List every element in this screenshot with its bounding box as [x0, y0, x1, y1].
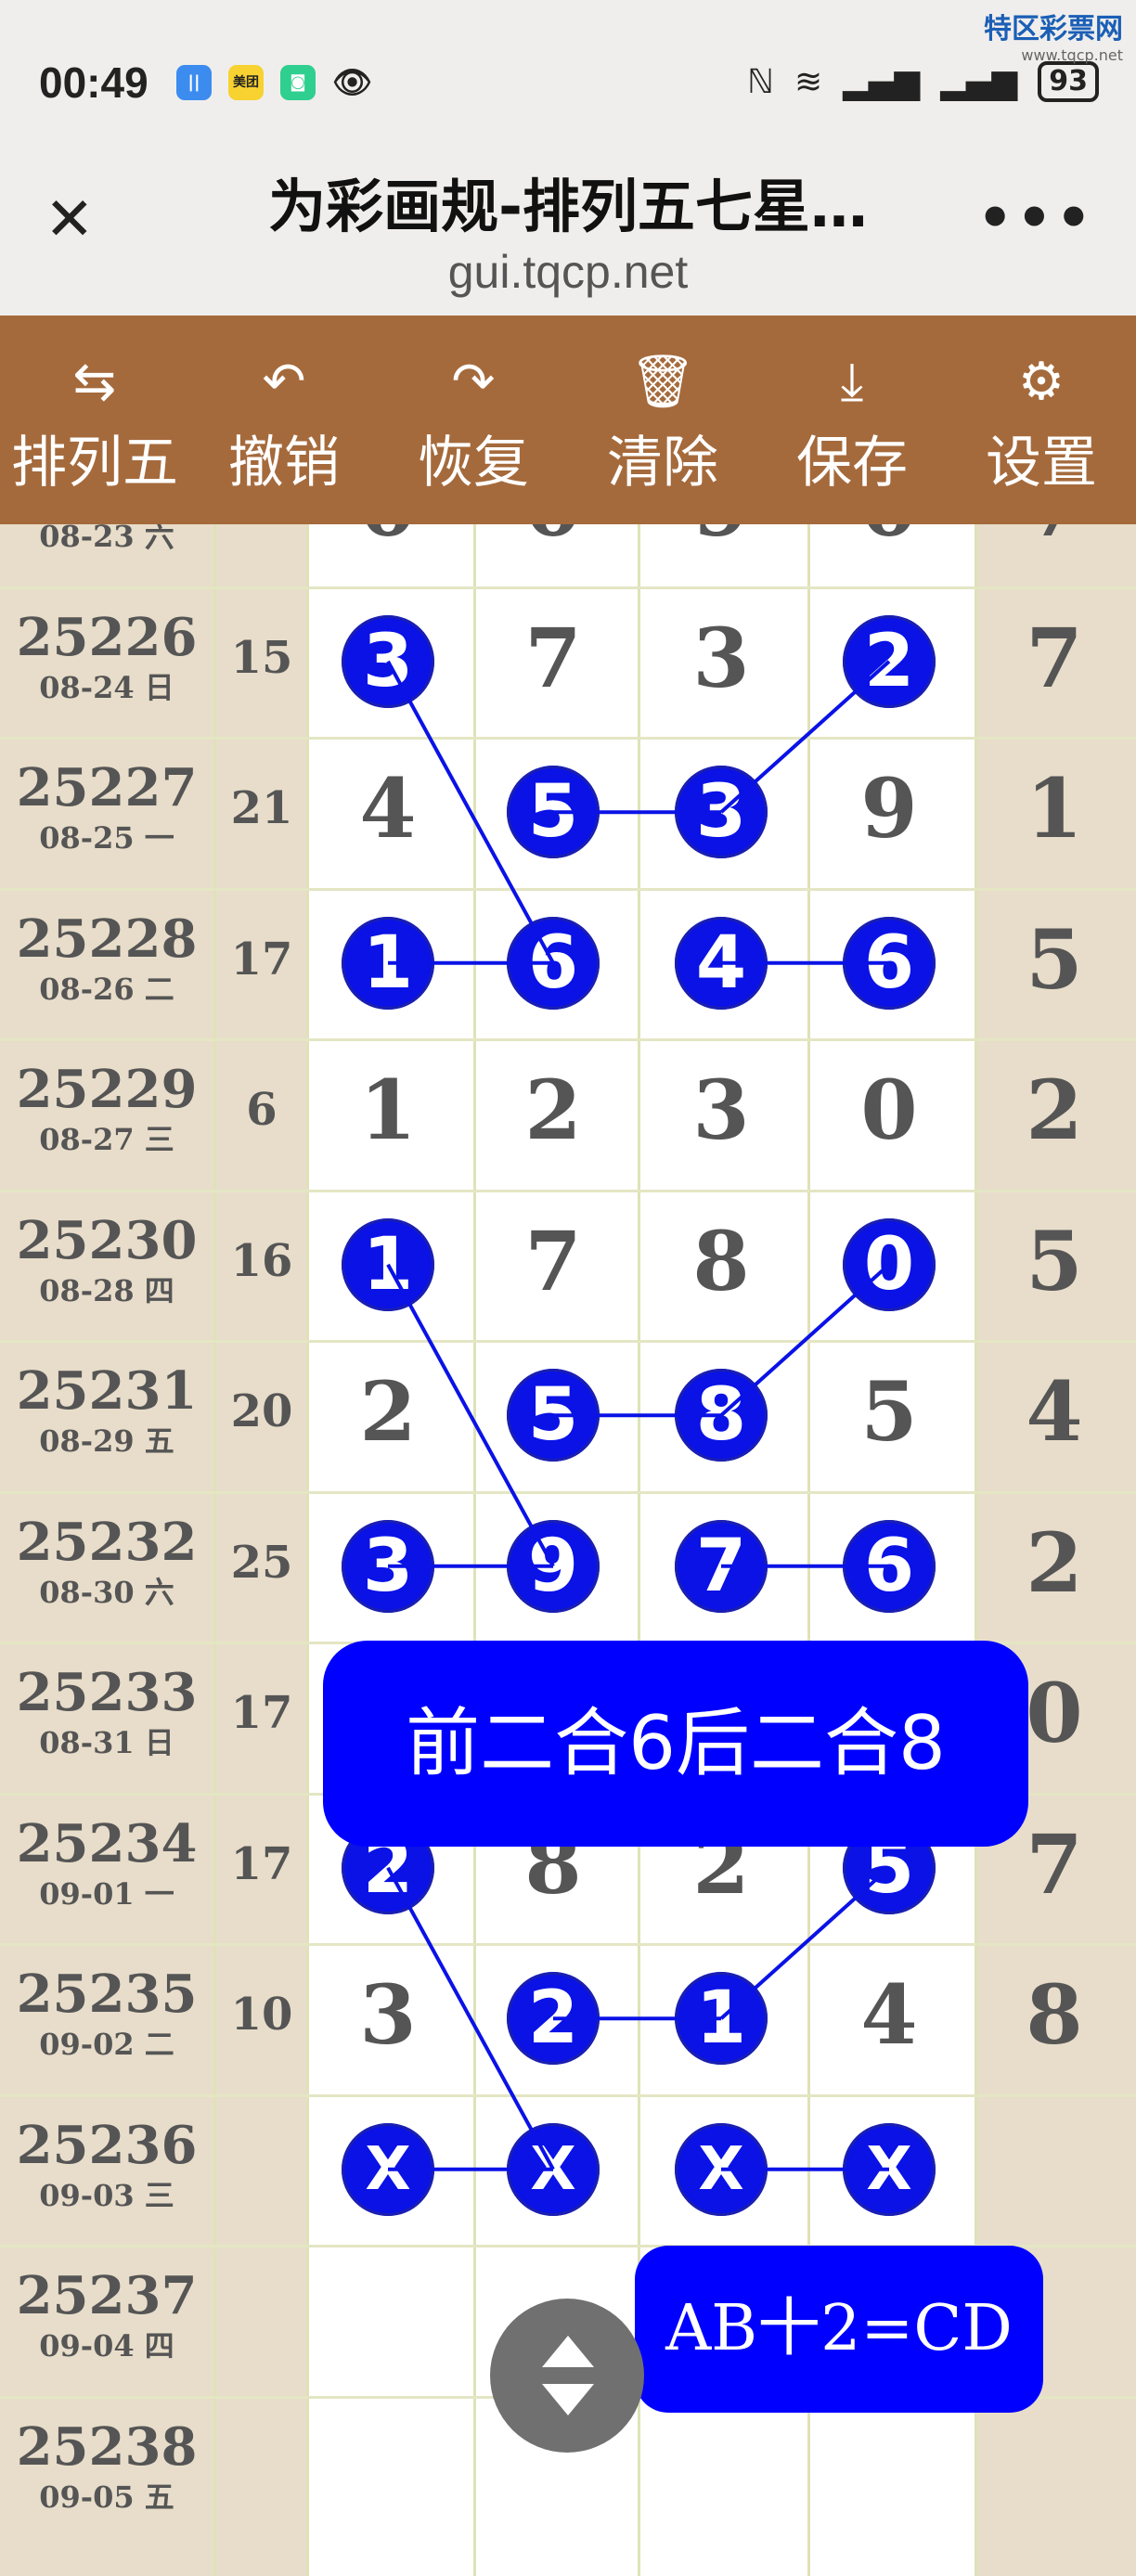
connector-line [386, 660, 555, 964]
more-icon[interactable]: ••• [977, 186, 1095, 251]
status-time: 00:49 [39, 58, 148, 107]
watermark-text: 特区彩票网 [984, 13, 1123, 45]
browser-header: ✕ 为彩画规-排列五七星… gui.tqcp.net ••• [0, 148, 1136, 316]
toolbar: ⇆ 排列五 ↶ 撤销 ↷ 恢复 🗑 清除 ⤓ 保存 ⚙ 设置 [0, 316, 1136, 524]
settings-button[interactable]: ⚙ 设置 [947, 316, 1136, 524]
save-button[interactable]: ⤓ 保存 [757, 316, 947, 524]
arrow-down-icon [542, 2384, 594, 2415]
gear-icon: ⚙ [1017, 352, 1065, 412]
watermark: 特区彩票网 www.tqcp.net [984, 6, 1123, 64]
page-title: 为彩画规-排列五七星… [268, 173, 868, 240]
page-url: gui.tqcp.net [447, 246, 689, 298]
save-label: 保存 [796, 431, 908, 496]
nfc-icon: ℕ [747, 62, 774, 101]
battery-icon: 93 [1038, 61, 1099, 102]
lottery-switch-button[interactable]: ⇆ 排列五 [0, 316, 189, 524]
watermark-url: www.tqcp.net [1021, 46, 1123, 64]
redo-icon: ↷ [451, 352, 496, 412]
undo-label: 撤销 [228, 431, 340, 496]
trash-icon: 🗑 [629, 352, 696, 412]
swap-icon: ⇆ [72, 352, 117, 412]
signal-icon: ▂▄▆ [940, 62, 1018, 101]
meituan-icon: 美团 [228, 65, 264, 100]
scroll-toggle-button[interactable] [490, 2299, 644, 2453]
lottery-switch-label: 排列五 [11, 431, 178, 496]
connector-line [719, 1866, 891, 2020]
draw-grid[interactable]: 2522508-23 六9009072522608-24 日1537327252… [0, 524, 1136, 2576]
redo-label: 恢复 [418, 431, 529, 496]
connector-line [719, 1263, 891, 1417]
wifi-icon: ≋ [794, 62, 823, 101]
clear-label: 清除 [607, 431, 718, 496]
clear-button[interactable]: 🗑 清除 [568, 316, 757, 524]
download-icon: ⤓ [840, 352, 864, 412]
app-notification-icon: ◙ [280, 65, 316, 100]
undo-button[interactable]: ↶ 撤销 [189, 316, 379, 524]
rule-bubble[interactable]: 前二合6后二合8 [323, 1641, 1028, 1847]
redo-button[interactable]: ↷ 恢复 [379, 316, 568, 524]
formula-bubble[interactable]: AB十2=CD [635, 2246, 1043, 2413]
status-right-icons: ℕ ≋ ▂▄▆ ▂▄▆ 93 [747, 61, 1099, 102]
status-bar: 00:49 || 美团 ◙ 👁 ℕ ≋ ▂▄▆ ▂▄▆ 93 特区彩票网 www… [0, 0, 1136, 148]
eye-icon: 👁 [332, 64, 373, 101]
app-notification-icon: || [176, 65, 212, 100]
signal-icon: ▂▄▆ [843, 62, 921, 101]
undo-icon: ↶ [262, 352, 306, 412]
settings-label: 设置 [986, 431, 1097, 496]
connector-line [719, 660, 891, 814]
connector-line [386, 1263, 555, 1567]
arrow-up-icon [542, 2336, 594, 2367]
connector-line [386, 1866, 555, 2170]
